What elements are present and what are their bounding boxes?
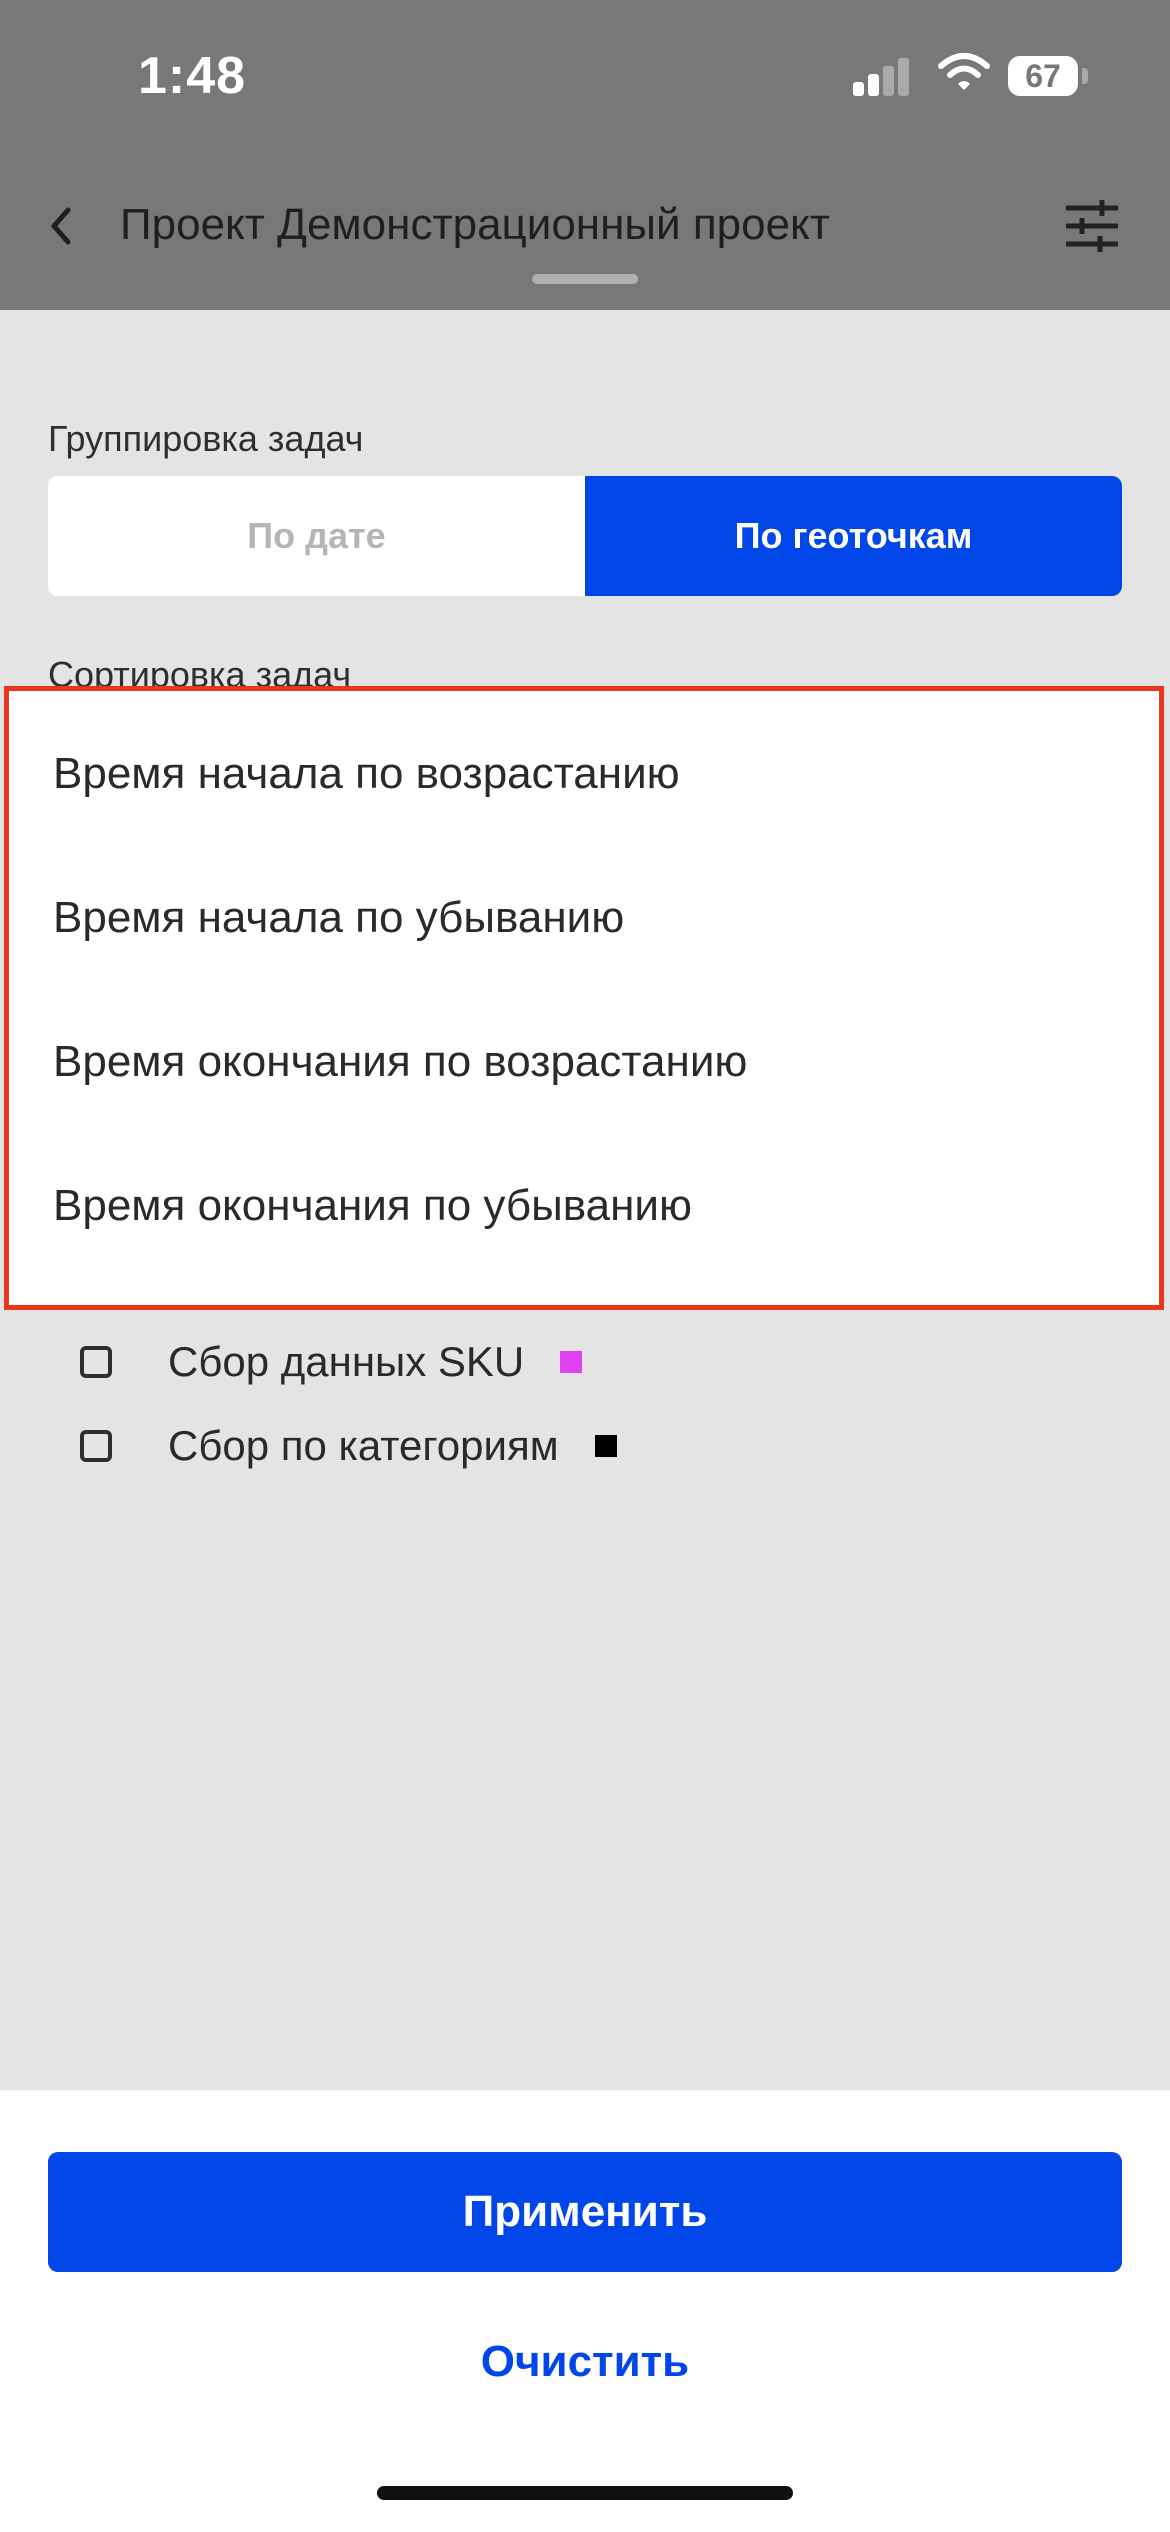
home-indicator <box>377 2486 793 2500</box>
sort-option[interactable]: Время начала по возрастанию <box>53 749 680 799</box>
wifi-icon <box>938 53 990 90</box>
sorting-label: Сортировка задач <box>48 654 352 688</box>
sort-option[interactable]: Время окончания по убыванию <box>53 1181 692 1231</box>
grouping-by-date-option[interactable]: По дате <box>48 476 585 596</box>
checklist-item-label: Сбор по категориям <box>168 1422 559 1469</box>
clear-button[interactable]: Очистить <box>385 2322 785 2402</box>
sort-option[interactable]: Время окончания по возрастанию <box>53 1037 747 1087</box>
battery-icon: 67 <box>1008 56 1078 96</box>
status-time: 1:48 <box>138 47 247 105</box>
back-button[interactable] <box>40 200 80 252</box>
checkbox[interactable] <box>80 1346 112 1378</box>
color-swatch <box>594 1435 617 1457</box>
sheet-grabber[interactable] <box>532 274 638 284</box>
chevron-left-icon <box>51 207 71 245</box>
checklist-item[interactable]: Сбор по категориям <box>80 1422 617 1470</box>
sort-option[interactable]: Время начала по убыванию <box>53 893 624 943</box>
checklist-item[interactable]: Сбор данных SKU <box>80 1338 583 1386</box>
color-swatch <box>560 1351 583 1373</box>
top-app-area: 1:48 67 Проект Демонстрационный проект <box>0 0 1170 310</box>
battery-level: 67 <box>1025 57 1061 94</box>
grouping-label: Группировка задач <box>48 418 364 459</box>
page-title: Проект Демонстрационный проект <box>120 200 830 249</box>
battery-tip <box>1082 68 1088 84</box>
grouping-segmented-control: По дате По геоточкам <box>48 476 1122 596</box>
sort-options-dropdown: Время начала по возрастанию Время начала… <box>4 686 1164 1310</box>
apply-button[interactable]: Применить <box>48 2152 1122 2272</box>
filter-sliders-icon[interactable] <box>1064 198 1120 254</box>
checkbox[interactable] <box>80 1430 112 1462</box>
signal-icon <box>853 56 911 96</box>
checklist-item-label: Сбор данных SKU <box>168 1338 525 1385</box>
grouping-by-geopoints-option[interactable]: По геоточкам <box>585 476 1122 596</box>
